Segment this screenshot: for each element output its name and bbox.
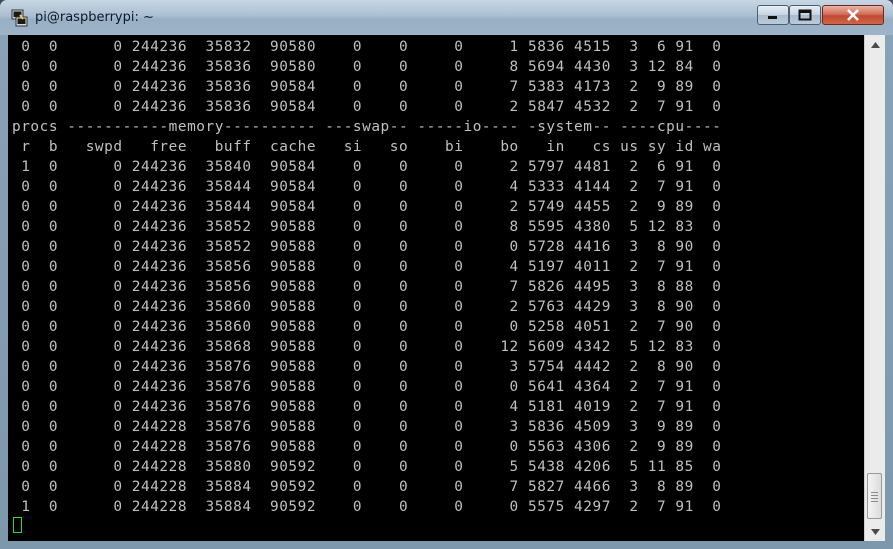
terminal-output-area[interactable]: 0 0 0 244236 35832 90580 0 0 0 1 5836 45… [8, 35, 864, 541]
terminal-line: 0 0 0 244228 35880 90592 0 0 0 5 5438 42… [12, 459, 722, 475]
close-icon [847, 9, 859, 21]
text-cursor [13, 517, 22, 533]
terminal-line: 0 0 0 244236 35832 90580 0 0 0 1 5836 45… [12, 39, 722, 55]
thumb-grip [871, 501, 878, 502]
terminal-line: 0 0 0 244236 35856 90588 0 0 0 7 5826 44… [12, 279, 722, 295]
minimize-icon [768, 16, 777, 19]
arrow-down-icon [870, 528, 880, 535]
title-bar[interactable]: pi@raspberrypi: ~ [0, 0, 893, 35]
putty-terminal-icon[interactable] [10, 9, 28, 27]
close-button[interactable] [822, 5, 884, 25]
scroll-down-button[interactable] [866, 523, 884, 540]
arrow-up-icon [870, 41, 880, 48]
terminal-line: 1 0 0 244236 35840 90584 0 0 0 2 5797 44… [12, 159, 722, 175]
terminal-line: 0 0 0 244236 35876 90588 0 0 0 4 5181 40… [12, 399, 722, 415]
terminal-line: 0 0 0 244236 35856 90588 0 0 0 4 5197 40… [12, 259, 722, 275]
thumb-grip [871, 492, 878, 493]
prompt-line[interactable] [12, 517, 721, 537]
terminal-line: 0 0 0 244236 35836 90584 0 0 0 2 5847 45… [12, 99, 722, 115]
terminal-line: 0 0 0 244236 35844 90584 0 0 0 2 5749 44… [12, 199, 722, 215]
terminal-line: 0 0 0 244236 35836 90580 0 0 0 8 5694 44… [12, 59, 722, 75]
maximize-icon [798, 9, 812, 21]
terminal-line: 0 0 0 244236 35852 90588 0 0 0 0 5728 44… [12, 239, 722, 255]
vertical-scrollbar[interactable] [864, 35, 885, 541]
terminal-line: 0 0 0 244236 35860 90588 0 0 0 2 5763 44… [12, 299, 722, 315]
maximize-button[interactable] [789, 5, 821, 25]
vmstat-column-header: r b swpd free buff cache si so bi bo in … [12, 139, 722, 155]
terminal-line: 0 0 0 244236 35868 90588 0 0 0 12 5609 4… [12, 339, 722, 355]
terminal-line: 0 0 0 244228 35884 90592 0 0 0 7 5827 44… [12, 479, 722, 495]
terminal-line: 0 0 0 244236 35876 90588 0 0 0 3 5754 44… [12, 359, 722, 375]
thumb-grip [871, 495, 878, 496]
terminal-line: 0 0 0 244236 35852 90588 0 0 0 8 5595 43… [12, 219, 722, 235]
window-title: pi@raspberrypi: ~ [35, 10, 154, 25]
terminal-line: 0 0 0 244236 35844 90584 0 0 0 4 5333 41… [12, 179, 722, 195]
terminal-line: 1 0 0 244228 35884 90592 0 0 0 0 5575 42… [12, 499, 722, 515]
scrollbar-thumb[interactable] [867, 473, 882, 519]
terminal-window: pi@raspberrypi: ~ 0 0 0 244236 35832 905… [0, 0, 893, 549]
terminal-line: 0 0 0 244228 35876 90588 0 0 0 3 5836 45… [12, 419, 722, 435]
vmstat-group-header: procs -----------memory---------- ---swa… [12, 119, 722, 135]
minimize-button[interactable] [757, 5, 789, 25]
terminal-line: 0 0 0 244236 35876 90588 0 0 0 0 5641 43… [12, 379, 722, 395]
terminal-line: 0 0 0 244236 35836 90584 0 0 0 7 5383 41… [12, 79, 722, 95]
terminal-line: 0 0 0 244236 35860 90588 0 0 0 0 5258 40… [12, 319, 722, 335]
terminal-line: 0 0 0 244228 35876 90588 0 0 0 0 5563 43… [12, 439, 722, 455]
terminal-screen: 0 0 0 244236 35832 90580 0 0 0 1 5836 45… [12, 37, 721, 537]
thumb-grip [871, 498, 878, 499]
scroll-up-button[interactable] [866, 36, 884, 53]
